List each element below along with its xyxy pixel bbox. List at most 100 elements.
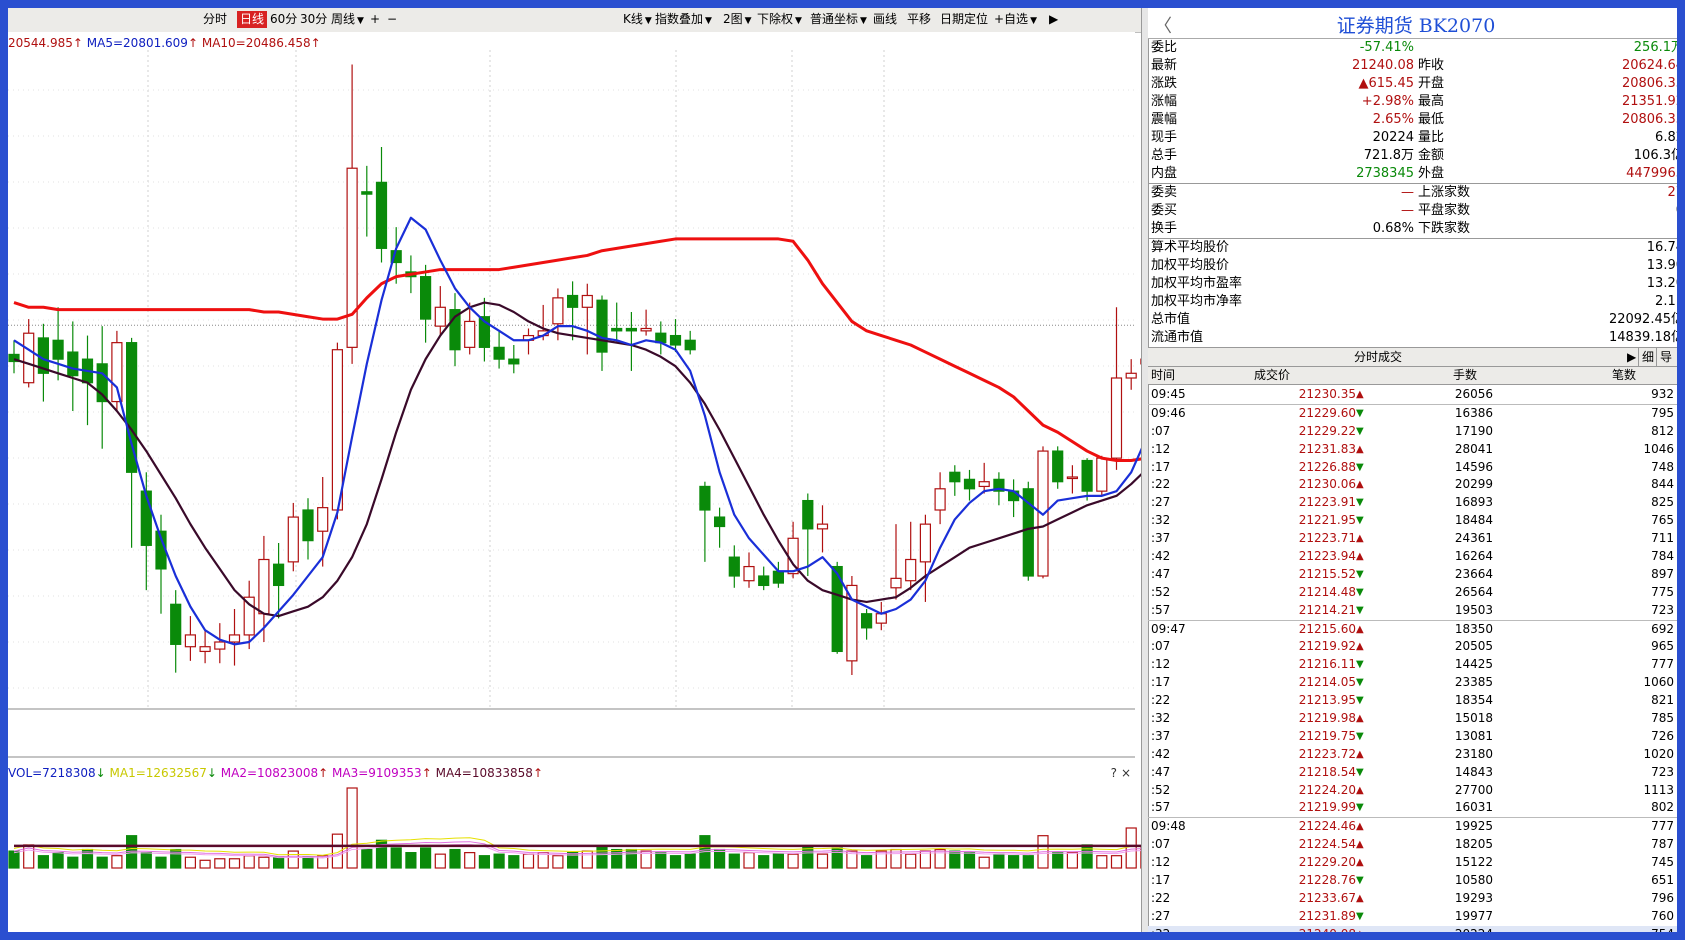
- down-triangle-icon: ▼: [1356, 425, 1364, 437]
- tick-time: 09:46: [1151, 405, 1186, 420]
- tick-row[interactable]: :57 21219.99 ▼ 16031 802: [1148, 799, 1677, 817]
- candle-body: [464, 320, 476, 348]
- tick-volume: 10580: [1454, 873, 1493, 888]
- tick-row[interactable]: :57 21214.21 ▼ 19503 723: [1148, 602, 1677, 620]
- tick-row[interactable]: :07 21229.22 ▼ 17190 812: [1148, 423, 1677, 441]
- tick-row[interactable]: :32 21240.08▲ 20224 754: [1148, 925, 1677, 932]
- tick-time: :12: [1151, 441, 1171, 456]
- tick-price: 21214.05: [1298, 675, 1356, 690]
- tick-row[interactable]: :22 21233.67 ▲ 19293 796: [1148, 890, 1677, 908]
- tick-row[interactable]: :12 21216.11 ▼ 14425 777: [1148, 656, 1677, 674]
- tick-time: :07: [1151, 837, 1171, 852]
- tick-row[interactable]: :37 21223.71 ▲ 24361 711: [1148, 530, 1677, 548]
- ma10-value: MA10=20486.458: [201, 36, 311, 50]
- tick-volume: 23385: [1454, 675, 1493, 690]
- tick-volume: 27700: [1454, 782, 1493, 797]
- volume-bar: [596, 845, 608, 869]
- tick-volume: 23180: [1454, 746, 1493, 761]
- value-right: 27: [1667, 185, 1677, 200]
- tick-count: 754: [1651, 926, 1674, 932]
- tick-price: 21216.11: [1298, 657, 1356, 672]
- tick-row[interactable]: :52 21224.20 ▲ 27700 1113: [1148, 782, 1677, 800]
- ticks-list[interactable]: 09:45 21230.35 ▲ 26056 932 09:46 21229.60 ▼ 1638…: [1148, 386, 1677, 932]
- tick-row[interactable]: :32 21219.98 ▲ 15018 785: [1148, 710, 1677, 728]
- candle-body: [331, 349, 343, 511]
- stat-value: 14839.18亿: [1608, 330, 1677, 345]
- candle-body: [1066, 476, 1079, 480]
- up-triangle-icon: ▲: [1356, 533, 1364, 545]
- stat-row: 流通市值 14839.18亿: [1148, 329, 1677, 347]
- label-right: 昨收: [1418, 58, 1445, 73]
- tick-row[interactable]: :52 21214.48 ▼ 26564 775: [1148, 584, 1677, 602]
- close-icon[interactable]: ×: [1121, 765, 1131, 781]
- export-button[interactable]: 导出: [1656, 348, 1677, 382]
- value-right: 106.3亿: [1633, 148, 1677, 163]
- tick-volume: 24361: [1454, 531, 1493, 546]
- tick-row[interactable]: 09:47 21215.60 ▲ 18350 692: [1148, 619, 1677, 639]
- quote-row: 委比 -57.41% 256.1万: [1148, 39, 1677, 57]
- tick-row[interactable]: :37 21219.75 ▼ 13081 726: [1148, 728, 1677, 746]
- candle-body: [67, 351, 79, 377]
- tick-count: 723: [1651, 602, 1674, 617]
- tick-row[interactable]: :17 21214.05 ▼ 23385 1060: [1148, 674, 1677, 692]
- tick-volume: 16893: [1454, 495, 1493, 510]
- tick-price: 21221.95: [1298, 513, 1356, 528]
- tick-volume: 20299: [1454, 477, 1493, 492]
- candle-body: [684, 339, 696, 351]
- tick-row[interactable]: :42 21223.94 ▲ 16264 784: [1148, 548, 1677, 566]
- tick-row[interactable]: :17 21228.76 ▼ 10580 651: [1148, 872, 1677, 890]
- candle-body: [258, 558, 270, 615]
- candle-body: [596, 299, 608, 353]
- tick-count: 802: [1651, 800, 1674, 815]
- tick-time: 09:48: [1151, 819, 1186, 834]
- tick-count: 796: [1651, 890, 1674, 905]
- tick-row[interactable]: :22 21213.95 ▼ 18354 821: [1148, 692, 1677, 710]
- candle-body: [302, 509, 314, 542]
- candle-body: [860, 613, 873, 629]
- kline-chart[interactable]: [8, 8, 1141, 932]
- candle-body: [890, 577, 902, 589]
- tick-row[interactable]: :47 21218.54 ▼ 14843 723: [1148, 764, 1677, 782]
- tick-row[interactable]: :27 21223.91 ▼ 16893 825: [1148, 494, 1677, 512]
- tick-time: :07: [1151, 423, 1171, 438]
- tick-count: 1113: [1643, 782, 1674, 797]
- tick-price: 21215.60: [1298, 621, 1356, 636]
- tick-row[interactable]: 09:45 21230.35 ▲ 26056 932: [1148, 386, 1677, 404]
- label-left: 涨幅: [1151, 94, 1178, 109]
- detail-button[interactable]: 细: [1638, 348, 1657, 366]
- tick-row[interactable]: :32 21221.95 ▼ 18484 765: [1148, 512, 1677, 530]
- up-triangle-icon: ▲: [1356, 926, 1364, 932]
- tick-price: 21224.20: [1298, 782, 1356, 797]
- tick-count: 795: [1651, 405, 1674, 420]
- tick-row[interactable]: :42 21223.72 ▲ 23180 1020: [1148, 746, 1677, 764]
- help-icon[interactable]: ?: [1111, 765, 1117, 781]
- volume-bar: [905, 853, 917, 869]
- tick-row[interactable]: :07 21219.92 ▲ 20505 965: [1148, 638, 1677, 656]
- tick-row[interactable]: 09:48 21224.46 ▲ 19925 777: [1148, 817, 1677, 836]
- tick-count: 765: [1651, 513, 1674, 528]
- volume-bar: [184, 856, 196, 869]
- tick-row[interactable]: :47 21215.52 ▼ 23664 897: [1148, 566, 1677, 584]
- tick-row[interactable]: :22 21230.06 ▲ 20299 844: [1148, 476, 1677, 494]
- volume-bar: [963, 852, 976, 869]
- candle-body: [317, 507, 329, 532]
- volume-bar: [669, 855, 682, 869]
- candle-body: [273, 563, 285, 587]
- tick-row[interactable]: :17 21226.88 ▼ 14596 748: [1148, 459, 1677, 477]
- tick-price: 21214.48: [1298, 584, 1356, 599]
- stat-row: 算术平均股价 16.74: [1148, 239, 1677, 257]
- candle-body: [934, 488, 946, 511]
- label-right: 金额: [1418, 148, 1445, 163]
- tick-row[interactable]: :12 21229.20 ▲ 15122 745: [1148, 854, 1677, 872]
- tick-row[interactable]: :07 21224.54 ▲ 18205 787: [1148, 836, 1677, 854]
- tick-count: 726: [1651, 728, 1674, 743]
- tick-row[interactable]: :12 21231.83 ▲ 28041 1046: [1148, 441, 1677, 459]
- candle-body: [743, 565, 755, 582]
- volume-bar: [655, 852, 667, 869]
- tick-row[interactable]: 09:46 21229.60 ▼ 16386 795: [1148, 403, 1677, 423]
- tick-row[interactable]: :27 21231.89 ▼ 19977 760: [1148, 908, 1677, 926]
- play-icon[interactable]: ▶: [1624, 348, 1639, 366]
- up-triangle-icon: ▲: [1356, 623, 1364, 635]
- label-right: 下跌家数: [1418, 221, 1471, 236]
- tick-count: 784: [1651, 549, 1674, 564]
